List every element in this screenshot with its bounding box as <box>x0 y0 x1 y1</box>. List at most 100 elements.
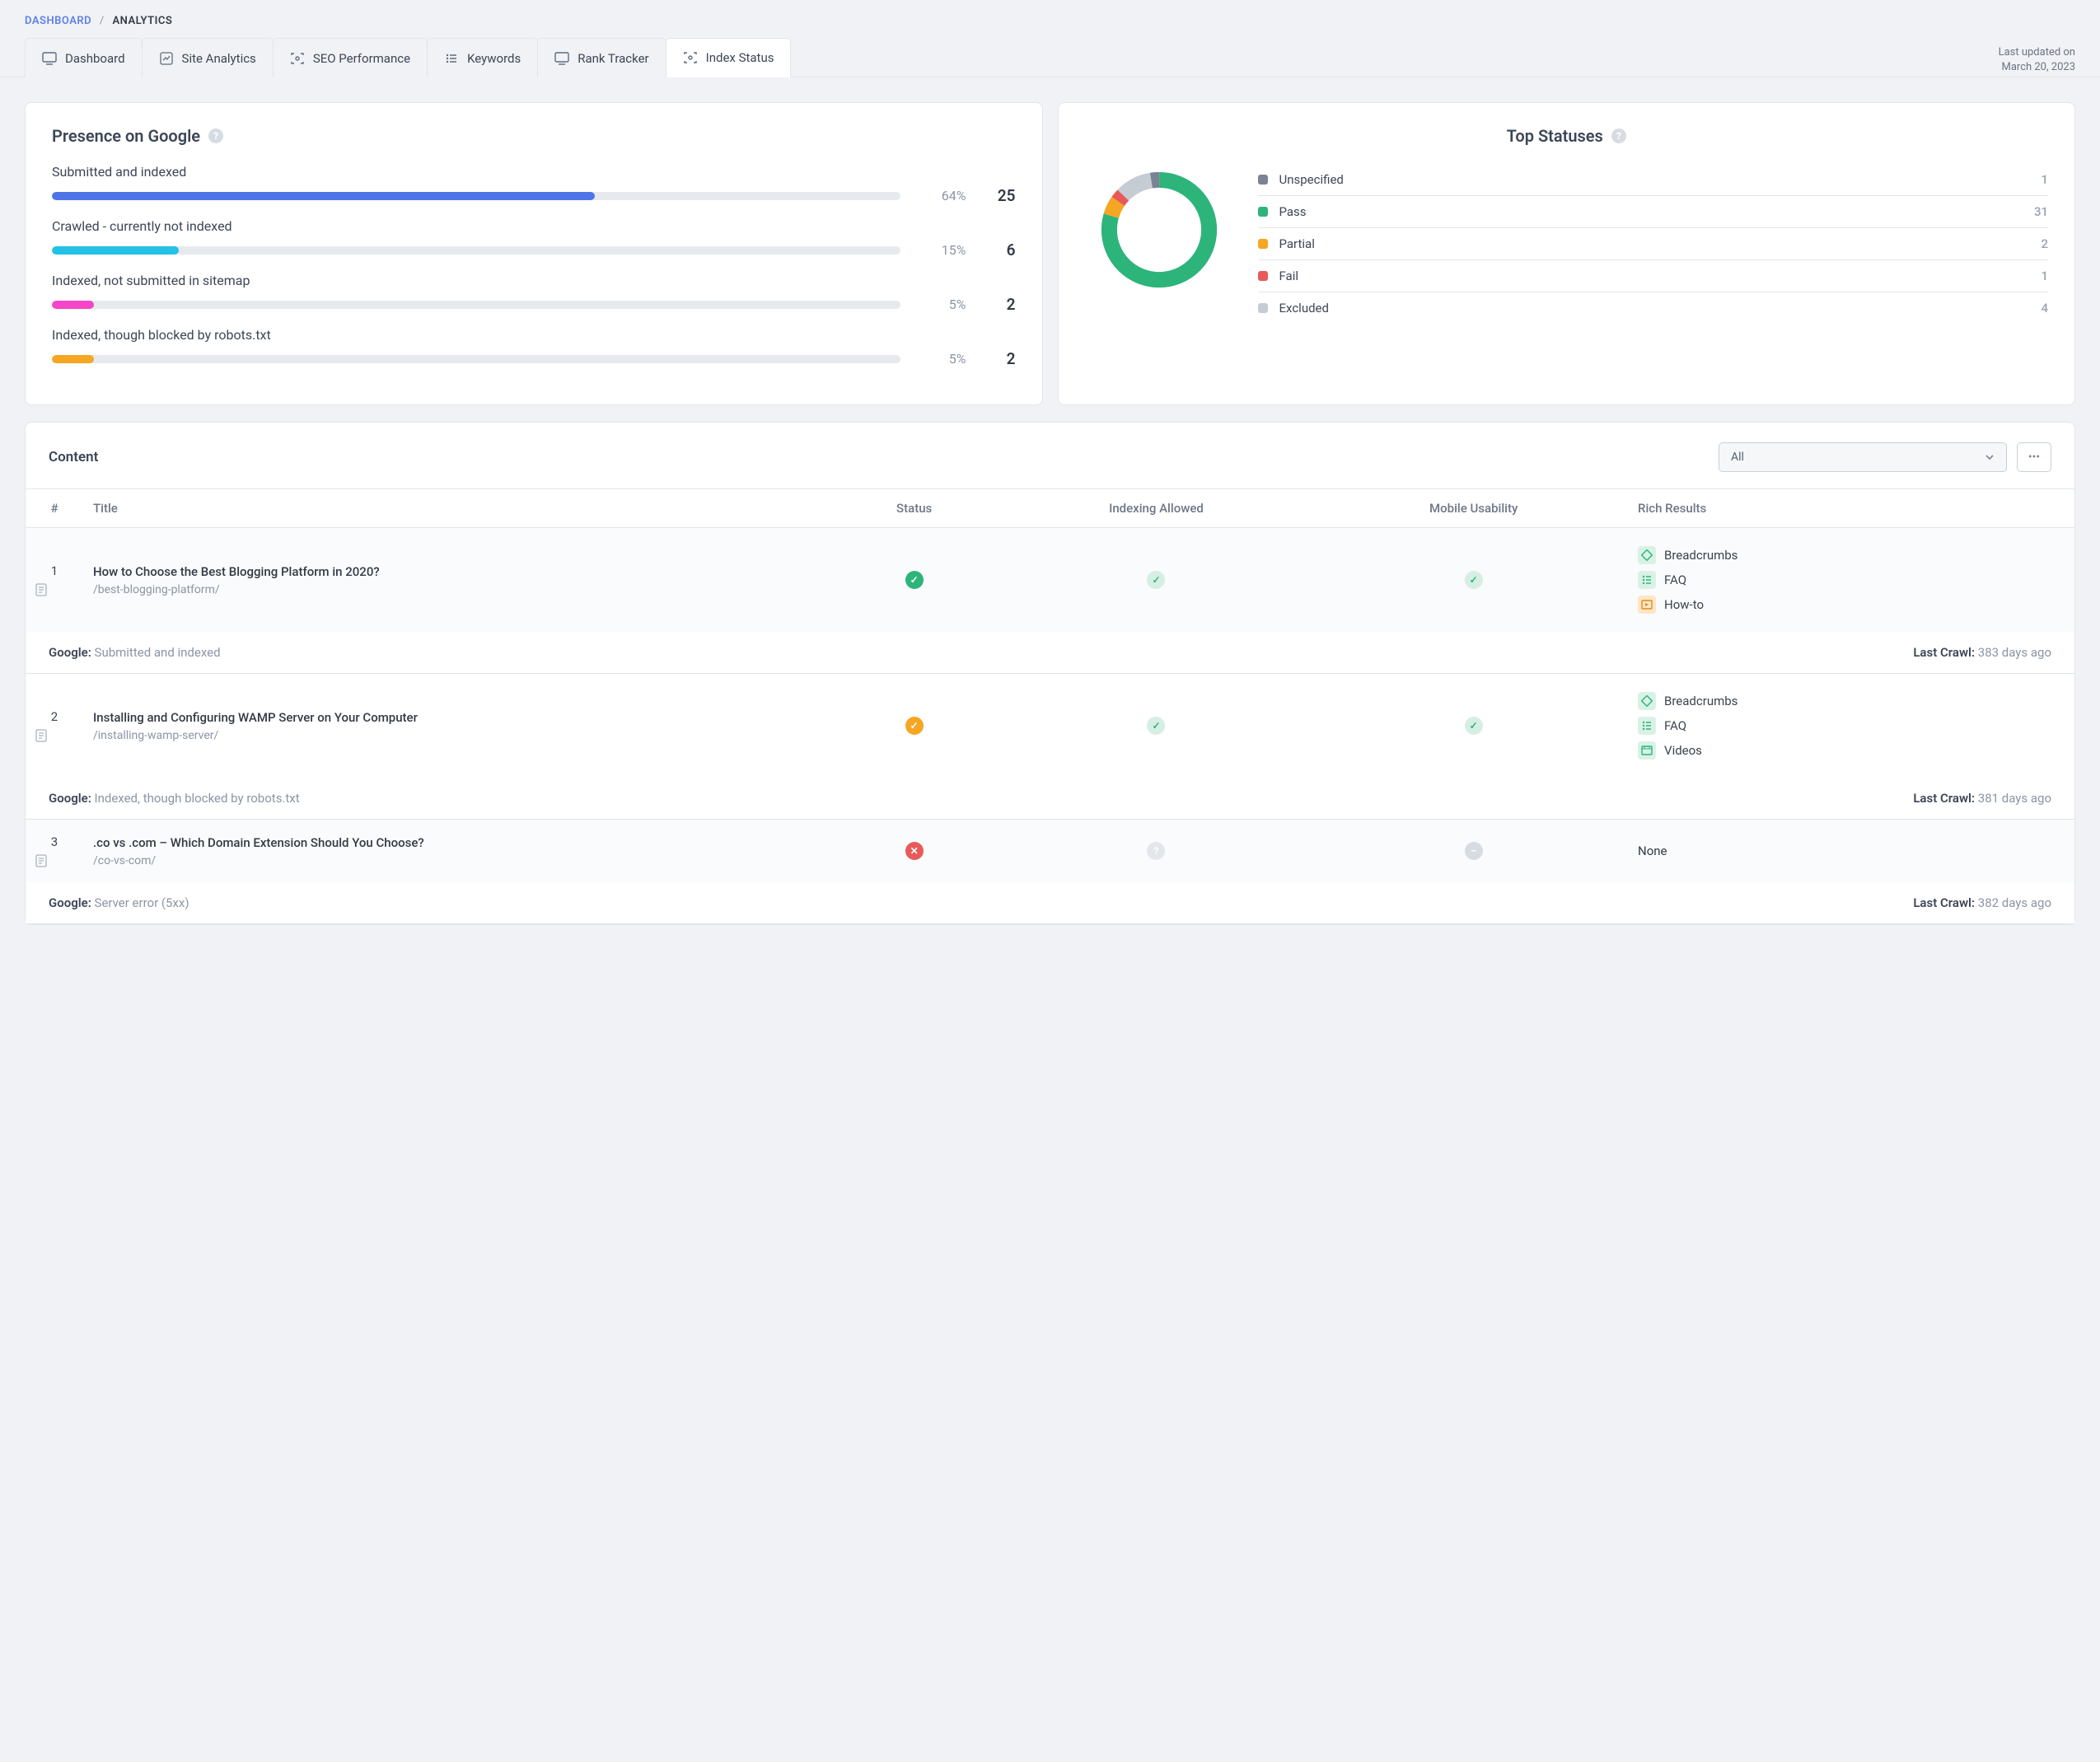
monitor-icon <box>42 53 57 64</box>
row-title[interactable]: How to Choose the Best Blogging Platform… <box>93 563 826 580</box>
legend-value: 1 <box>2041 269 2048 283</box>
rich-badge-icon <box>1638 692 1656 710</box>
presence-title: Presence on Google ? <box>52 126 1016 146</box>
tab-label: Keywords <box>467 51 521 66</box>
rich-badge-icon <box>1638 596 1656 614</box>
legend-swatch <box>1258 303 1268 313</box>
google-status: Indexed, though blocked by robots.txt <box>95 791 300 806</box>
indexing-icon: ✓ <box>1147 717 1165 735</box>
last-crawl-label: Last Crawl: <box>1913 895 1975 910</box>
content-card: Content All ••• # Title Status <box>25 422 2075 925</box>
row-number: 2 <box>35 709 73 724</box>
tab-label: SEO Performance <box>313 51 410 66</box>
help-icon[interactable]: ? <box>208 129 223 143</box>
mobile-icon: ✓ <box>1465 717 1483 735</box>
col-rich: Rich Results <box>1628 489 2074 528</box>
presence-label: Submitted and indexed <box>52 164 1016 180</box>
table-row-detail: Google: Indexed, though blocked by robot… <box>26 778 2074 820</box>
table-row-detail: Google: Submitted and indexedLast Crawl:… <box>26 632 2074 674</box>
rich-none: None <box>1638 844 1667 858</box>
rich-badge-icon <box>1638 571 1656 589</box>
more-button[interactable]: ••• <box>2017 442 2051 472</box>
presence-label: Indexed, not submitted in sitemap <box>52 273 1016 288</box>
indexing-icon: ? <box>1147 842 1165 860</box>
scan-icon <box>683 52 698 63</box>
col-title: Title <box>83 489 835 528</box>
rich-badge-icon <box>1638 741 1656 759</box>
row-title[interactable]: .co vs .com – Which Domain Extension Sho… <box>93 834 826 851</box>
legend-label: Unspecified <box>1279 172 2042 187</box>
table-row[interactable]: 1 How to Choose the Best Blogging Platfor… <box>26 528 2074 633</box>
legend-value: 31 <box>2034 204 2048 219</box>
google-status: Server error (5xx) <box>95 895 189 910</box>
rich-label: How-to <box>1664 597 1704 612</box>
breadcrumb: DASHBOARD / ANALYTICS <box>0 0 2100 37</box>
monitor-icon <box>554 53 569 64</box>
tab-seo[interactable]: SEO Performance <box>273 38 428 77</box>
chevron-down-icon <box>1985 452 1995 462</box>
rich-result: Videos <box>1638 738 2065 763</box>
rich-result: FAQ <box>1638 568 2065 592</box>
scan-icon <box>290 53 305 64</box>
presence-card: Presence on Google ? Submitted and index… <box>25 102 1043 405</box>
legend-row: Fail1 <box>1258 260 2049 292</box>
col-status: Status <box>835 489 994 528</box>
rich-label: Breadcrumbs <box>1664 694 1738 708</box>
progress-bar <box>52 301 900 309</box>
legend-value: 4 <box>2041 301 2048 315</box>
tab-label: Index Status <box>706 50 774 65</box>
presence-count: 2 <box>991 295 1016 314</box>
mobile-icon: – <box>1465 842 1483 860</box>
presence-count: 25 <box>991 186 1016 205</box>
row-number: 1 <box>35 563 73 578</box>
mobile-icon: ✓ <box>1465 571 1483 589</box>
tab-dashboard[interactable]: Dashboard <box>25 38 143 77</box>
last-crawl-value: 381 days ago <box>1978 791 2051 806</box>
tab-rank[interactable]: Rank Tracker <box>537 38 666 77</box>
breadcrumb-root[interactable]: DASHBOARD <box>25 15 91 27</box>
tab-index[interactable]: Index Status <box>666 38 792 77</box>
google-label: Google: <box>49 645 91 660</box>
row-title[interactable]: Installing and Configuring WAMP Server o… <box>93 709 826 726</box>
rich-label: Videos <box>1664 743 1702 758</box>
top-statuses-title: Top Statuses ? <box>1085 126 2049 146</box>
presence-item: Indexed, not submitted in sitemap5%2 <box>52 273 1016 314</box>
rich-result: Breadcrumbs <box>1638 543 2065 568</box>
presence-item: Submitted and indexed 64% 25 <box>52 164 1016 205</box>
content-title: Content <box>49 449 98 465</box>
rich-result: Breadcrumbs <box>1638 689 2065 713</box>
filter-select[interactable]: All <box>1719 442 2007 472</box>
chart-icon <box>159 53 174 64</box>
donut-slice <box>1109 180 1209 279</box>
last-updated-date: March 20, 2023 <box>1999 60 2075 75</box>
rich-badge-icon <box>1638 717 1656 735</box>
col-indexing: Indexing Allowed <box>994 489 1320 528</box>
last-updated: Last updated on March 20, 2023 <box>1999 37 2075 77</box>
status-icon: ✕ <box>905 842 924 860</box>
breadcrumb-separator: / <box>95 15 110 27</box>
rich-label: FAQ <box>1664 573 1686 587</box>
presence-percent: 64% <box>925 188 966 203</box>
presence-label: Crawled - currently not indexed <box>52 218 1016 234</box>
col-num: # <box>26 489 83 528</box>
top-statuses-card: Top Statuses ? Unspecified1Pass31Partial… <box>1058 102 2076 405</box>
document-icon <box>35 583 73 596</box>
rich-badge-icon <box>1638 546 1656 564</box>
row-path: /co-vs-com/ <box>93 854 826 867</box>
tab-keywords[interactable]: Keywords <box>427 38 538 77</box>
table-row[interactable]: 2 Installing and Configuring WAMP Server … <box>26 674 2074 778</box>
top-statuses-title-text: Top Statuses <box>1507 126 1603 146</box>
presence-percent: 5% <box>925 351 966 367</box>
help-icon[interactable]: ? <box>1611 129 1626 143</box>
donut-chart <box>1085 164 1233 296</box>
legend-value: 2 <box>2041 236 2048 251</box>
rich-label: FAQ <box>1664 718 1686 733</box>
table-row[interactable]: 3 .co vs .com – Which Domain Extension Sh… <box>26 820 2074 883</box>
presence-title-text: Presence on Google <box>52 126 200 146</box>
tab-site-analytics[interactable]: Site Analytics <box>142 38 274 77</box>
tab-label: Site Analytics <box>182 51 256 66</box>
rich-result: FAQ <box>1638 713 2065 738</box>
legend-label: Fail <box>1279 269 2042 283</box>
legend-label: Excluded <box>1279 301 2042 315</box>
row-number: 3 <box>35 834 73 849</box>
